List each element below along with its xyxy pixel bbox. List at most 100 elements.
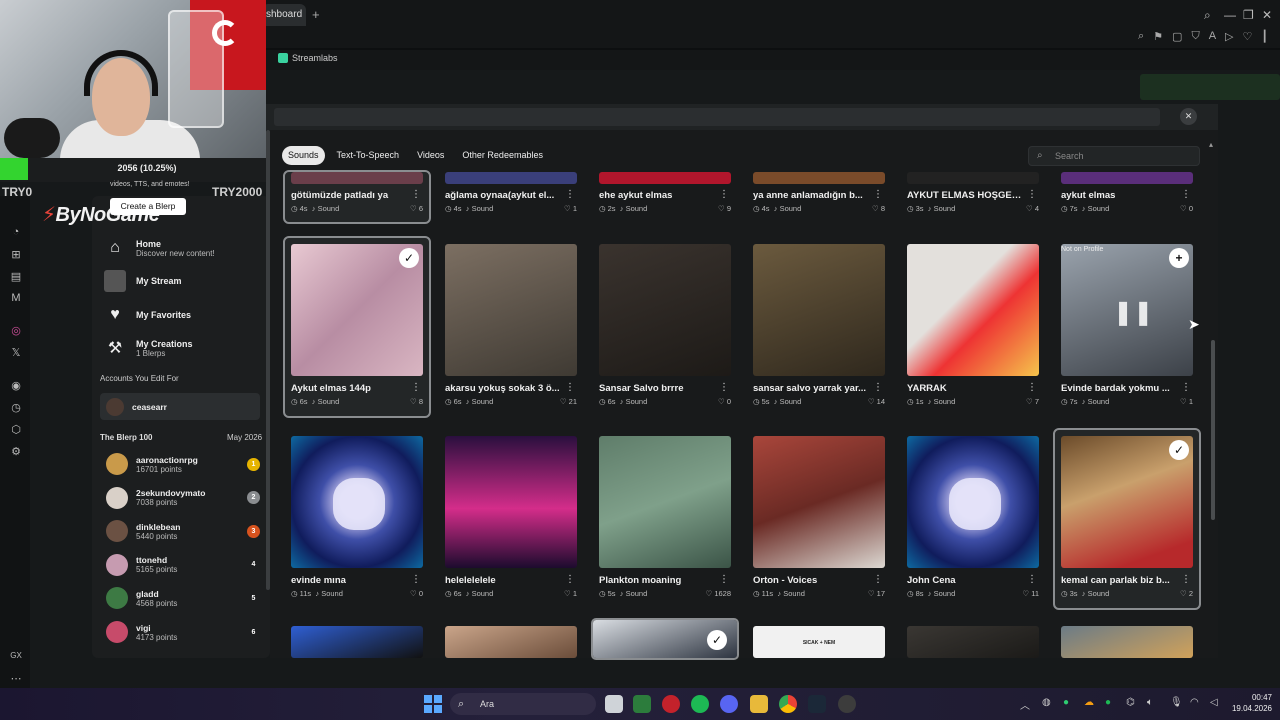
heart-icon[interactable]: ♡ [564, 204, 573, 213]
zoom-icon[interactable]: ⌕ [1138, 30, 1144, 43]
tray-green-icon[interactable]: ● [1063, 697, 1069, 708]
spotify-tray-icon[interactable]: ● [1105, 697, 1111, 708]
heart-icon[interactable]: ♡ [1180, 204, 1189, 213]
more-options-icon[interactable]: ⋮ [719, 574, 729, 585]
modal-scrollbar[interactable] [1211, 340, 1215, 520]
more-options-icon[interactable]: ⋮ [411, 382, 421, 393]
nav-my-stream[interactable]: My Stream [104, 270, 182, 292]
bookmark-streamlabs[interactable]: Streamlabs [278, 53, 338, 63]
pause-icon[interactable]: ❚❚ [1113, 298, 1153, 327]
more-options-icon[interactable]: ⋮ [565, 574, 575, 585]
minimize-icon[interactable]: — [1224, 8, 1236, 22]
new-tab-button[interactable]: + [312, 7, 320, 22]
restore-icon[interactable]: ❐ [1243, 8, 1254, 22]
search-icon[interactable]: ⌕ [1204, 8, 1211, 23]
heart-icon[interactable]: ♡ [560, 397, 569, 406]
task-view-icon[interactable] [605, 695, 623, 713]
heart-icon[interactable]: ♡ [718, 397, 727, 406]
sound-card[interactable]: kemal can parlak biz b... ⋮ ◷ 3s ♪ Sound ♡ … [1053, 428, 1201, 610]
more-options-icon[interactable]: ⋮ [1027, 382, 1037, 393]
more-options-icon[interactable]: ⋮ [1181, 189, 1191, 200]
cloud-icon[interactable]: ☁ [1084, 697, 1094, 708]
more-options-icon[interactable]: ⋮ [1181, 574, 1191, 585]
sound-card[interactable]: akarsu yokuş sokak 3 ö... ⋮ ◷ 6s ♪ Sound ♡ … [439, 238, 583, 416]
leaderboard-item[interactable]: ttonehd 5165 points 4 [106, 553, 260, 576]
browser-tab[interactable]: shboard [262, 4, 306, 26]
settings-icon[interactable]: ⚙ [9, 445, 23, 458]
sound-card[interactable] [445, 626, 577, 658]
heart-icon[interactable]: ♡ [1180, 589, 1189, 598]
more-options-icon[interactable]: ⋮ [565, 189, 575, 200]
heart-icon[interactable]: ♡ [1243, 30, 1253, 43]
tray-app-icon[interactable]: ◍ [1042, 697, 1051, 708]
dashboard-green-button[interactable] [1140, 74, 1280, 100]
tab-text-to-speech[interactable]: Text-To-Speech [331, 146, 406, 165]
sound-card[interactable]: aykut elmas ⋮ ◷ 7s ♪ Sound ♡ 0 [1055, 172, 1199, 222]
sound-card[interactable]: helelelelele ⋮ ◷ 6s ♪ Sound ♡ 1 [439, 430, 583, 608]
leaderboard-item[interactable]: vigi 4173 points 6 [106, 621, 260, 643]
heart-icon[interactable]: ♡ [868, 589, 877, 598]
windows-start-icon[interactable] [424, 695, 442, 713]
heart-icon[interactable]: ♡ [410, 589, 419, 598]
sound-card[interactable]: Evinde bardak yokmu ... ⋮ ◷ 7s ♪ Sound ♡ 1 +… [1055, 238, 1199, 416]
streamlabs-app-icon[interactable] [633, 695, 651, 713]
instagram-icon[interactable]: ◎ [9, 324, 23, 337]
sidebar-toggle-icon[interactable]: ┃ [1261, 30, 1268, 43]
sound-card[interactable]: ehe aykut elmas ⋮ ◷ 2s ♪ Sound ♡ 9 [593, 172, 737, 222]
heart-icon[interactable]: ♡ [1026, 204, 1035, 213]
heart-icon[interactable]: ♡ [564, 589, 573, 598]
sound-card[interactable]: ya anne anlamadığın b... ⋮ ◷ 4s ♪ Sound ♡ 8 [747, 172, 891, 222]
volume-icon[interactable]: 🔈︎ [1147, 697, 1153, 708]
more-options-icon[interactable]: ⋮ [719, 382, 729, 393]
tab-other-redeemables[interactable]: Other Redeemables [456, 146, 549, 165]
more-icon[interactable]: ⋯ [9, 672, 23, 685]
sound-card[interactable]: AYKUT ELMAS HOŞGEL... ⋮ ◷ 3s ♪ Sound ♡ 4 [901, 172, 1045, 222]
more-options-icon[interactable]: ⋮ [873, 574, 883, 585]
more-options-icon[interactable]: ⋮ [873, 189, 883, 200]
extensions-icon[interactable]: ⊞ [9, 248, 23, 261]
sound-card[interactable] [907, 626, 1039, 658]
sound-card[interactable]: John Cena ⋮ ◷ 8s ♪ Sound ♡ 11 [901, 430, 1045, 608]
heart-icon[interactable]: ♡ [1026, 397, 1035, 406]
discord-icon[interactable] [720, 695, 738, 713]
more-options-icon[interactable]: ⋮ [411, 189, 421, 200]
spotify-icon[interactable] [691, 695, 709, 713]
opera-gx-icon[interactable] [662, 695, 680, 713]
translate-icon[interactable]: A [1209, 30, 1216, 43]
heart-icon[interactable]: ♡ [1022, 589, 1031, 598]
sound-card[interactable]: götümüzde patladı ya ⋮ ◷ 4s ♪ Sound ♡ 6 [283, 170, 431, 224]
heart-icon[interactable]: ♡ [410, 204, 419, 213]
sound-card[interactable]: Orton - Voices ⋮ ◷ 11s ♪ Sound ♡ 17 [747, 430, 891, 608]
sound-card[interactable]: sansar salvo yarrak yar... ⋮ ◷ 5s ♪ Sound ♡… [747, 238, 891, 416]
more-options-icon[interactable]: ⋮ [1027, 574, 1037, 585]
sound-card[interactable]: Aykut elmas 144p ⋮ ◷ 6s ♪ Sound ♡ 8 ✓ [283, 236, 431, 418]
network-icon[interactable]: ⌬ [1126, 697, 1135, 708]
folder-icon[interactable] [750, 695, 768, 713]
play-icon[interactable]: ▷ [1225, 30, 1233, 43]
sound-card[interactable]: evinde mına ⋮ ◷ 11s ♪ Sound ♡ 0 [285, 430, 429, 608]
more-options-icon[interactable]: ⋮ [719, 189, 729, 200]
x-icon[interactable]: 𝕏 [9, 346, 23, 359]
leaderboard-item[interactable]: 2sekundovymato 7038 points 2 [106, 486, 260, 509]
shield-icon[interactable]: ⛉ [1191, 30, 1199, 43]
sound-card[interactable] [291, 626, 423, 658]
taskbar-clock[interactable]: 00:47 19.04.2026 [1226, 692, 1272, 714]
sound-card[interactable]: Sansar Salvo brrre ⋮ ◷ 6s ♪ Sound ♡ 0 [593, 238, 737, 416]
crop-icon[interactable]: ▢ [1172, 30, 1182, 43]
taskbar-search[interactable]: ⌕ Ara [450, 693, 596, 715]
tab-videos[interactable]: Videos [411, 146, 450, 165]
heart-icon[interactable]: ♡ [706, 589, 715, 598]
sound-card[interactable]: SICAK + NEM [753, 626, 885, 658]
selected-check-icon[interactable]: ✓ [399, 248, 419, 268]
sound-card[interactable]: ağlama oynaa(aykut el... ⋮ ◷ 4s ♪ Sound ♡ 1 [439, 172, 583, 222]
close-modal-button[interactable]: ✕ [1180, 108, 1197, 125]
search-input[interactable]: ⌕ Search [1028, 146, 1200, 166]
account-item[interactable]: ceasearr [100, 393, 260, 420]
mic-icon[interactable]: 🎙︎ [1170, 697, 1183, 708]
tray-chevron-icon[interactable]: ︿ [1020, 697, 1030, 712]
add-icon[interactable]: + [1169, 248, 1189, 268]
nav-my-favorites[interactable]: ♥ My Favorites [104, 304, 191, 326]
selected-check-icon[interactable]: ✓ [1169, 440, 1189, 460]
wifi-icon[interactable]: ◠ [1190, 697, 1199, 708]
tab-sounds[interactable]: Sounds [282, 146, 325, 165]
